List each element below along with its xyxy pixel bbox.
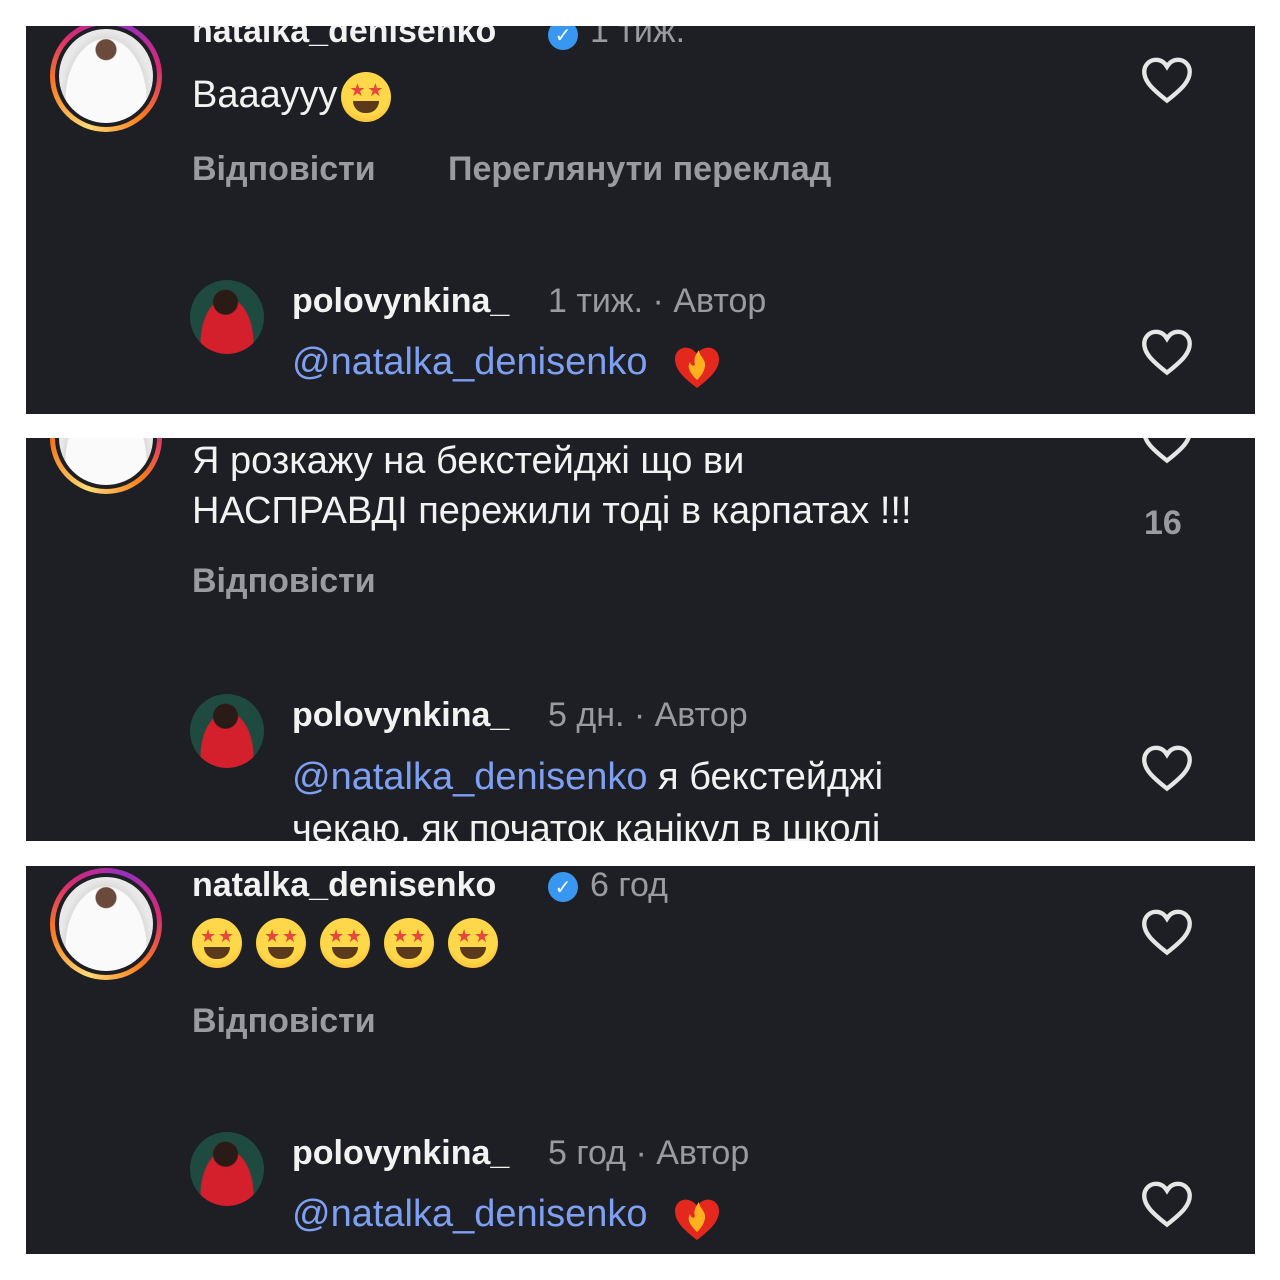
reply-button[interactable]: Відповісти [192,562,376,601]
reply-like-heart-icon[interactable] [1141,744,1193,792]
reply-meta: 1 тиж. · Автор [548,282,767,320]
avatar-natalka[interactable] [50,868,162,980]
star-struck-emoji-icon [384,918,434,968]
comment-screenshot-3: natalka_denisenko ✓ 6 год Відповісти pol… [26,866,1255,1254]
like-heart-icon[interactable] [1141,438,1193,464]
avatar-polovynkina[interactable] [190,280,264,354]
comment-time: 1 тиж. [590,26,686,50]
like-heart-icon[interactable] [1141,56,1193,104]
see-translation-button[interactable]: Переглянути переклад [448,150,831,189]
comment-text: Вааауyy [192,72,405,122]
verified-badge-icon: ✓ [548,26,578,50]
mention-link[interactable]: @natalka_denisenko [292,1193,648,1235]
reply-username[interactable]: polovynkina_ [292,282,509,321]
comment-screenshot-1: natalka_denisenko ✓ 1 тиж. Вааауyy Відпо… [26,26,1255,414]
reply-text-line-2: чекаю, як початок канікул в школі [292,808,881,841]
reply-text: @natalka_denisenko [292,338,722,390]
reply-text: @natalka_denisenko [292,1190,722,1242]
comment-text-line-2: НАСПРАВДІ пережили тоді в карпатах !!! [192,490,912,532]
comment-screenshot-2: Я розкажу на бекстейджі що ви НАСПРАВДІ … [26,438,1255,841]
reply-text-line-1: @natalka_denisenko я бекстейджі [292,756,884,798]
comment-username[interactable]: natalka_denisenko [192,26,496,51]
like-count: 16 [1144,504,1182,542]
star-struck-emoji-icon [448,918,498,968]
star-struck-emoji-icon [341,72,392,122]
heart-on-fire-emoji-icon [675,1199,720,1240]
star-struck-emoji-icon [256,918,306,968]
reply-like-heart-icon[interactable] [1141,1180,1193,1228]
mention-link[interactable]: @natalka_denisenko [292,341,648,383]
avatar-polovynkina[interactable] [190,1132,264,1206]
avatar-natalka[interactable] [50,26,162,132]
comment-username[interactable]: natalka_denisenko [192,866,496,905]
reply-meta: 5 дн. · Автор [548,696,748,734]
reply-meta: 5 год · Автор [548,1134,750,1172]
reply-button[interactable]: Відповісти [192,1002,376,1041]
comment-time: 6 год [590,866,669,904]
comment-text-line-1: Я розкажу на бекстейджі що ви [192,440,745,482]
like-heart-icon[interactable] [1141,908,1193,956]
heart-on-fire-emoji-icon [675,347,720,388]
reply-button[interactable]: Відповісти [192,150,376,189]
avatar-polovynkina[interactable] [190,694,264,768]
star-struck-emoji-icon [192,918,242,968]
reply-like-heart-icon[interactable] [1141,328,1193,376]
verified-badge-icon: ✓ [548,872,578,902]
reply-username[interactable]: polovynkina_ [292,1134,509,1173]
reply-username[interactable]: polovynkina_ [292,696,509,735]
comment-emojis [192,918,512,968]
avatar-natalka[interactable] [50,438,162,494]
mention-link[interactable]: @natalka_denisenko [292,756,648,798]
star-struck-emoji-icon [320,918,370,968]
